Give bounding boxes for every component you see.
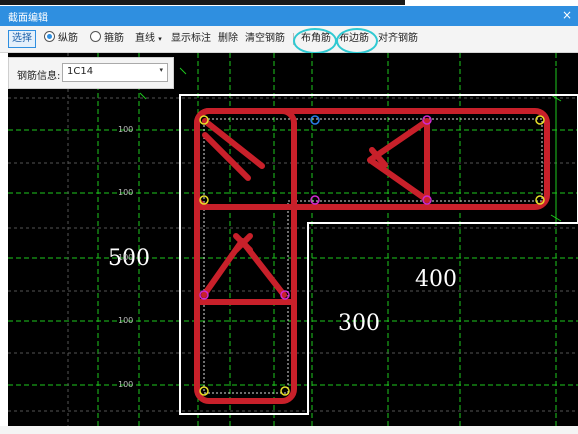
radio-unchecked-icon (90, 31, 101, 42)
select-button[interactable]: 选择 (8, 30, 36, 48)
longitudinal-radio[interactable]: 纵筋 (44, 31, 78, 47)
clear-rebar-button[interactable]: 清空钢筋 (245, 31, 285, 47)
close-icon[interactable]: × (562, 8, 572, 22)
rebar-point-corner (535, 115, 545, 125)
highlight-circle-corner (293, 28, 337, 54)
section-outline (179, 94, 578, 415)
window-title: 截面编辑 (8, 13, 48, 24)
stirrup-radio[interactable]: 箍筋 (90, 31, 124, 47)
radio-checked-icon (44, 31, 55, 42)
background-window-edge (0, 0, 405, 5)
title-bar: 截面编辑 × (0, 6, 578, 26)
small-dim-label: 100 (118, 253, 133, 262)
rebar-info-select[interactable]: 1C14 ▾ (62, 63, 168, 82)
dropdown-arrow-icon: ▾ (158, 35, 162, 43)
small-dim-label: 100 (118, 125, 133, 134)
bottom-strip (0, 426, 578, 434)
toolbar: 选择 纵筋 箍筋 直线 ▾ 显示标注 删除 清空钢筋 布角筋 布边筋 对齐钢筋 (0, 26, 578, 54)
rebar-info-label: 钢筋信息: (17, 71, 61, 82)
show-marks-button[interactable]: 显示标注 (171, 31, 211, 47)
chevron-down-icon: ▾ (159, 66, 163, 74)
small-dim-label: 100 (118, 188, 133, 197)
stirrups (194, 108, 550, 404)
small-dim-label: 100 (118, 380, 133, 389)
align-rebar-button[interactable]: 对齐钢筋 (378, 31, 418, 47)
dim-label-400: 400 (415, 267, 457, 292)
longitudinal-label: 纵筋 (58, 33, 78, 44)
section-drawing: 500 400 300 100 100 100 100 100 (8, 53, 578, 426)
dimension-lines (139, 67, 562, 223)
dim-label-300: 300 (338, 311, 380, 336)
drawing-canvas[interactable]: 500 400 300 100 100 100 100 100 钢筋信息: 1C… (8, 53, 578, 426)
delete-button[interactable]: 删除 (218, 31, 238, 47)
line-label: 直线 (135, 33, 155, 44)
highlight-circle-edge (336, 28, 378, 54)
small-dim-label: 100 (118, 316, 133, 325)
rebar-info-panel: 钢筋信息: 1C14 ▾ (8, 57, 174, 89)
rebar-info-value: 1C14 (67, 66, 94, 77)
stirrup-label: 箍筋 (104, 33, 124, 44)
line-dropdown[interactable]: 直线 ▾ (135, 31, 162, 47)
